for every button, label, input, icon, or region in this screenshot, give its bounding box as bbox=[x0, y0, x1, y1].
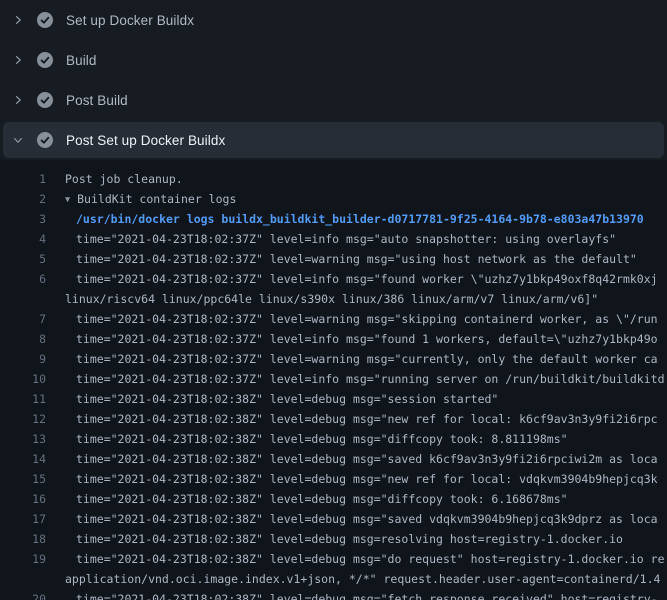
chevron-right-icon bbox=[10, 12, 26, 28]
check-circle-icon bbox=[37, 92, 53, 108]
log-line: 20time="2021-04-23T18:02:38Z" level=debu… bbox=[0, 589, 667, 600]
log-text: time="2021-04-23T18:02:38Z" level=debug … bbox=[46, 549, 667, 569]
log-line: 1Post job cleanup. bbox=[0, 169, 667, 189]
log-line-number[interactable]: 13 bbox=[0, 429, 46, 449]
log-line: 16time="2021-04-23T18:02:38Z" level=debu… bbox=[0, 489, 667, 509]
log-text: application/vnd.oci.image.index.v1+json,… bbox=[46, 569, 667, 589]
log-text: time="2021-04-23T18:02:38Z" level=debug … bbox=[46, 449, 667, 469]
log-line-number[interactable]: 11 bbox=[0, 389, 46, 409]
log-text: Post job cleanup. bbox=[46, 169, 667, 189]
log-line-number[interactable]: 15 bbox=[0, 469, 46, 489]
log-text: time="2021-04-23T18:02:37Z" level=warnin… bbox=[46, 309, 667, 329]
log-line-number[interactable]: 16 bbox=[0, 489, 46, 509]
log-line-number[interactable]: 20 bbox=[0, 589, 46, 600]
log-line: 6time="2021-04-23T18:02:37Z" level=info … bbox=[0, 269, 667, 289]
log-line: 10time="2021-04-23T18:02:37Z" level=info… bbox=[0, 369, 667, 389]
log-line: 3/usr/bin/docker logs buildx_buildkit_bu… bbox=[0, 209, 667, 229]
log-line: 13time="2021-04-23T18:02:38Z" level=debu… bbox=[0, 429, 667, 449]
log-line-number[interactable]: 14 bbox=[0, 449, 46, 469]
log-line-number[interactable]: 5 bbox=[0, 249, 46, 269]
log-line-number[interactable]: 19 bbox=[0, 549, 46, 569]
log-line-wrap: linux/riscv64 linux/ppc64le linux/s390x … bbox=[0, 289, 667, 309]
log-text: time="2021-04-23T18:02:38Z" level=debug … bbox=[46, 529, 667, 549]
log-text: linux/riscv64 linux/ppc64le linux/s390x … bbox=[46, 289, 667, 309]
log-line: 9time="2021-04-23T18:02:37Z" level=warni… bbox=[0, 349, 667, 369]
log-text: time="2021-04-23T18:02:37Z" level=info m… bbox=[46, 269, 667, 289]
log-line: 2 ▼ BuildKit container logs bbox=[0, 189, 667, 209]
chevron-right-icon bbox=[10, 52, 26, 68]
log-line-number[interactable]: 3 bbox=[0, 209, 46, 229]
log-line: 15time="2021-04-23T18:02:38Z" level=debu… bbox=[0, 469, 667, 489]
log-line-wrap: application/vnd.oci.image.index.v1+json,… bbox=[0, 569, 667, 589]
check-circle-icon bbox=[37, 12, 53, 28]
chevron-right-icon bbox=[10, 92, 26, 108]
step-header-post-build[interactable]: Post Build bbox=[0, 80, 667, 120]
chevron-down-icon bbox=[10, 132, 26, 148]
log-text: time="2021-04-23T18:02:37Z" level=warnin… bbox=[46, 349, 667, 369]
log-line-number[interactable]: 2 bbox=[0, 189, 46, 209]
log-text: time="2021-04-23T18:02:38Z" level=debug … bbox=[46, 589, 667, 600]
log-line: 8time="2021-04-23T18:02:37Z" level=info … bbox=[0, 329, 667, 349]
log-line-number[interactable]: 12 bbox=[0, 409, 46, 429]
log-line: 12time="2021-04-23T18:02:38Z" level=debu… bbox=[0, 409, 667, 429]
log-line: 7time="2021-04-23T18:02:37Z" level=warni… bbox=[0, 309, 667, 329]
log-line: 5time="2021-04-23T18:02:37Z" level=warni… bbox=[0, 249, 667, 269]
log-text: time="2021-04-23T18:02:37Z" level=info m… bbox=[46, 369, 667, 389]
log-line: 14time="2021-04-23T18:02:38Z" level=debu… bbox=[0, 449, 667, 469]
log-line-number[interactable]: 4 bbox=[0, 229, 46, 249]
step-label: Post Set up Docker Buildx bbox=[66, 133, 225, 148]
log-text: time="2021-04-23T18:02:37Z" level=warnin… bbox=[46, 249, 667, 269]
log-command-text: /usr/bin/docker logs buildx_buildkit_bui… bbox=[46, 209, 667, 229]
log-text: time="2021-04-23T18:02:38Z" level=debug … bbox=[46, 389, 667, 409]
log-text: time="2021-04-23T18:02:38Z" level=debug … bbox=[46, 469, 667, 489]
step-header-post-set-up-docker-buildx[interactable]: Post Set up Docker Buildx bbox=[3, 122, 664, 158]
log-viewer: 1Post job cleanup.2 ▼ BuildKit container l… bbox=[0, 160, 667, 600]
log-text: time="2021-04-23T18:02:38Z" level=debug … bbox=[46, 409, 667, 429]
log-text: time="2021-04-23T18:02:38Z" level=debug … bbox=[46, 429, 667, 449]
check-circle-icon bbox=[37, 52, 53, 68]
log-line-number[interactable]: 10 bbox=[0, 369, 46, 389]
log-line-number[interactable]: 18 bbox=[0, 529, 46, 549]
log-text: time="2021-04-23T18:02:38Z" level=debug … bbox=[46, 489, 667, 509]
step-label: Set up Docker Buildx bbox=[66, 13, 194, 28]
step-header-set-up-docker-buildx[interactable]: Set up Docker Buildx bbox=[0, 0, 667, 40]
log-line: 18time="2021-04-23T18:02:38Z" level=debu… bbox=[0, 529, 667, 549]
log-line-number[interactable]: 7 bbox=[0, 309, 46, 329]
step-label: Post Build bbox=[66, 93, 128, 108]
log-line: 11time="2021-04-23T18:02:38Z" level=debu… bbox=[0, 389, 667, 409]
log-text: time="2021-04-23T18:02:38Z" level=debug … bbox=[46, 509, 667, 529]
log-line-number[interactable]: 8 bbox=[0, 329, 46, 349]
check-circle-icon bbox=[37, 132, 53, 148]
log-line: 17time="2021-04-23T18:02:38Z" level=debu… bbox=[0, 509, 667, 529]
log-line-number[interactable]: 17 bbox=[0, 509, 46, 529]
log-group-title: BuildKit container logs bbox=[77, 192, 236, 206]
steps-list: Set up Docker Buildx Build Post Build Post … bbox=[0, 0, 667, 160]
triangle-down-icon: ▼ bbox=[65, 190, 70, 209]
log-line-number[interactable]: 1 bbox=[0, 169, 46, 189]
log-line-number bbox=[0, 569, 46, 589]
log-text: time="2021-04-23T18:02:37Z" level=info m… bbox=[46, 329, 667, 349]
log-line: 19time="2021-04-23T18:02:38Z" level=debu… bbox=[0, 549, 667, 569]
log-line-number[interactable]: 6 bbox=[0, 269, 46, 289]
workflow-log-panel: Set up Docker Buildx Build Post Build Post … bbox=[0, 0, 667, 600]
log-line-number[interactable]: 9 bbox=[0, 349, 46, 369]
log-line: 4time="2021-04-23T18:02:37Z" level=info … bbox=[0, 229, 667, 249]
log-line-number bbox=[0, 289, 46, 309]
log-text: time="2021-04-23T18:02:37Z" level=info m… bbox=[46, 229, 667, 249]
step-header-build[interactable]: Build bbox=[0, 40, 667, 80]
log-group-toggle[interactable]: ▼ BuildKit container logs bbox=[46, 189, 667, 209]
step-label: Build bbox=[66, 53, 97, 68]
